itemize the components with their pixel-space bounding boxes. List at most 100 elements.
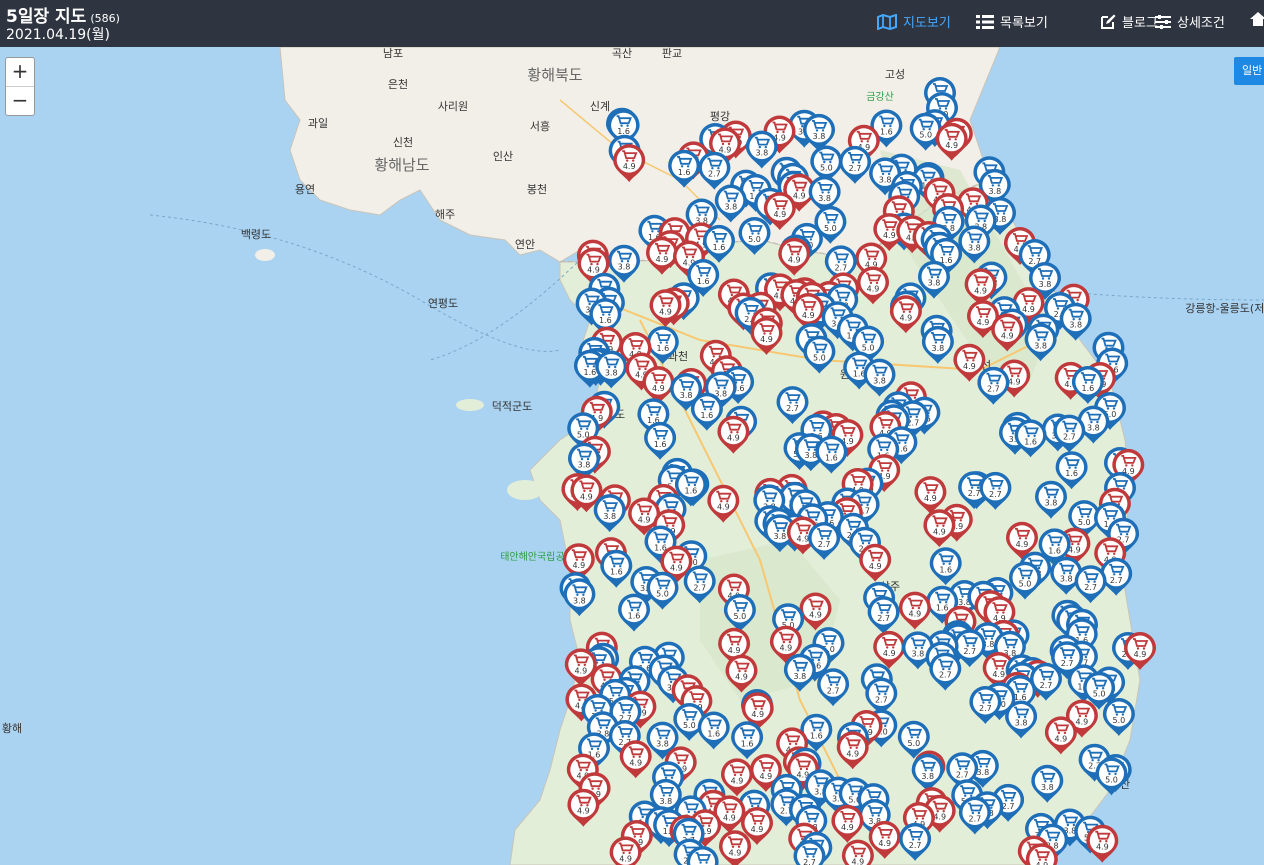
pin-value: 2.7	[803, 858, 816, 865]
pin-value: 3.8	[605, 369, 618, 378]
market-pin-red[interactable]: 4.9	[857, 266, 889, 305]
pin-value: 3.8	[928, 279, 941, 288]
market-pin-red[interactable]: 4.9	[935, 122, 968, 161]
market-pin-blue[interactable]: 3.8	[563, 578, 596, 617]
nav-list-view[interactable]: 목록보기	[976, 12, 1048, 31]
market-pin-red[interactable]: 4.9	[567, 788, 600, 827]
market-pin-blue[interactable]: 1.6	[731, 721, 764, 760]
market-pin-red[interactable]: 4.9	[841, 839, 874, 865]
zoom-out-button[interactable]: −	[6, 86, 34, 115]
nav-filter[interactable]: 상세조건	[1155, 12, 1225, 31]
market-pin-blue[interactable]: 3.8	[863, 358, 896, 397]
pin-value: 3.8	[1034, 341, 1047, 350]
market-pin-blue[interactable]: 1.6	[1014, 419, 1047, 458]
nav-home[interactable]	[1250, 12, 1264, 26]
market-pin-blue[interactable]: 2.7	[899, 822, 932, 861]
market-pin-blue[interactable]: 3.8	[593, 494, 626, 533]
market-pin-red[interactable]: 4.9	[923, 509, 956, 548]
market-pin-blue[interactable]: 5.0	[803, 335, 836, 374]
market-pin-blue[interactable]: 3.8	[958, 225, 991, 264]
market-pin-blue[interactable]: 5.0	[909, 112, 942, 151]
market-pin-blue[interactable]: 1.6	[644, 421, 677, 460]
pin-value: 3.8	[879, 175, 892, 184]
market-pin-blue[interactable]: 5.0	[1095, 757, 1128, 796]
pin-value: 4.9	[846, 749, 859, 758]
market-pin-blue[interactable]: 3.8	[1031, 764, 1064, 803]
market-pin-red[interactable]: 4.9	[642, 366, 675, 405]
market-pin-blue[interactable]: 2.7	[683, 565, 716, 604]
market-pin-blue[interactable]: 3.8	[1005, 700, 1038, 739]
market-pin-blue[interactable]: 3.8	[921, 325, 954, 364]
nav-blog[interactable]: 블로그	[1100, 12, 1158, 31]
market-pin-red[interactable]: 4.9	[859, 543, 892, 582]
market-pin-red[interactable]: 4.9	[619, 740, 652, 779]
market-pin-red[interactable]: 4.9	[721, 758, 753, 797]
home-icon	[1250, 12, 1264, 26]
market-pin-red[interactable]: 4.9	[873, 630, 906, 669]
market-pin-blue[interactable]: 2.7	[867, 596, 900, 635]
market-pin-blue[interactable]: 5.0	[723, 594, 756, 632]
pin-value: 3.8	[813, 132, 826, 141]
market-pin-red[interactable]: 4.9	[991, 313, 1024, 352]
market-pin-blue[interactable]: 5.0	[1009, 561, 1041, 600]
market-pin-blue[interactable]: 2.7	[958, 796, 991, 835]
market-pin-blue[interactable]: 2.7	[969, 686, 1002, 724]
map-type-button[interactable]: 일반	[1234, 57, 1264, 85]
market-pin-red[interactable]: 4.9	[799, 592, 832, 631]
market-pin-blue[interactable]: 3.8	[1035, 480, 1067, 519]
market-pin-blue[interactable]: 5.0	[646, 571, 679, 610]
market-pin-blue[interactable]: 2.7	[1074, 565, 1107, 604]
zoom-in-button[interactable]: +	[6, 58, 34, 86]
market-pin-blue[interactable]: 1.6	[668, 149, 701, 188]
pin-value: 1.6	[628, 612, 641, 621]
market-pin-blue[interactable]: 2.7	[929, 652, 962, 691]
market-pin-blue[interactable]: 2.7	[977, 366, 1010, 405]
market-pin-red[interactable]: 4.9	[914, 476, 947, 515]
market-pin-blue[interactable]: 2.7	[817, 668, 850, 707]
market-pin-red[interactable]: 4.9	[831, 804, 864, 843]
market-pin-red[interactable]: 4.9	[717, 415, 750, 454]
market-pin-blue[interactable]: 1.6	[815, 435, 848, 474]
market-pin-blue[interactable]: 3.8	[911, 753, 944, 792]
market-pin-red[interactable]: 4.9	[725, 654, 758, 693]
market-pin-blue[interactable]: 5.0	[1102, 698, 1135, 736]
market-pin-blue[interactable]: 2.7	[776, 386, 809, 425]
market-pin-blue[interactable]: 3.8	[783, 653, 816, 692]
market-pin-red[interactable]: 4.9	[763, 192, 796, 231]
market-pin-blue[interactable]: 3.8	[1024, 323, 1057, 362]
pin-value: 5.0	[820, 164, 833, 173]
market-pin-blue[interactable]: 2.7	[839, 145, 871, 184]
market-pin-red[interactable]: 4.9	[719, 830, 751, 865]
pin-value: 3.8	[1087, 424, 1100, 433]
market-pin-blue[interactable]: 1.6	[690, 392, 723, 431]
market-pin-red[interactable]: 4.9	[1044, 716, 1077, 755]
market-pin-blue[interactable]: 1.6	[703, 224, 735, 263]
pin-value: 4.9	[869, 562, 882, 571]
market-pin-blue[interactable]: 2.7	[698, 151, 731, 190]
pin-value: 4.9	[780, 644, 793, 653]
market-pin-blue[interactable]: 1.6	[1055, 451, 1088, 490]
market-pin-blue[interactable]: 3.8	[1059, 302, 1092, 341]
market-pin-blue[interactable]: 3.8	[745, 130, 778, 169]
market-pin-blue[interactable]: 1.6	[618, 593, 650, 632]
market-pin-red[interactable]: 4.9	[778, 237, 811, 276]
market-pin-red[interactable]: 4.9	[613, 144, 646, 183]
pin-value: 4.9	[577, 807, 590, 816]
market-pin-red[interactable]: 4.9	[1086, 824, 1119, 863]
market-pin-blue[interactable]: 3.8	[714, 184, 747, 223]
market-pin-blue[interactable]: 1.6	[697, 711, 730, 750]
pin-value: 2.7	[989, 490, 1002, 499]
market-pin-blue[interactable]: 5.0	[738, 217, 771, 255]
market-pin-blue[interactable]: 2.7	[979, 471, 1012, 510]
market-pin-blue[interactable]: 1.6	[600, 549, 633, 588]
map-canvas[interactable]: 남포곡산판교고성금강산황해북도은천사리원신계과일서흥평강김화신천황해남도인산토산…	[0, 47, 1264, 865]
list-icon	[976, 14, 994, 29]
market-pin-red[interactable]: 4.9	[889, 295, 922, 334]
market-pin-red[interactable]: 4.9	[707, 484, 740, 523]
market-pin-blue[interactable]: 2.7	[808, 522, 841, 560]
market-pin-blue[interactable]: 1.6	[929, 547, 962, 586]
market-pin-red[interactable]: 4.9	[836, 731, 869, 770]
nav-map-view[interactable]: 지도보기	[877, 12, 951, 31]
market-pin-red[interactable]: 4.9	[750, 317, 783, 355]
market-pin-red[interactable]: 4.9	[898, 591, 931, 630]
